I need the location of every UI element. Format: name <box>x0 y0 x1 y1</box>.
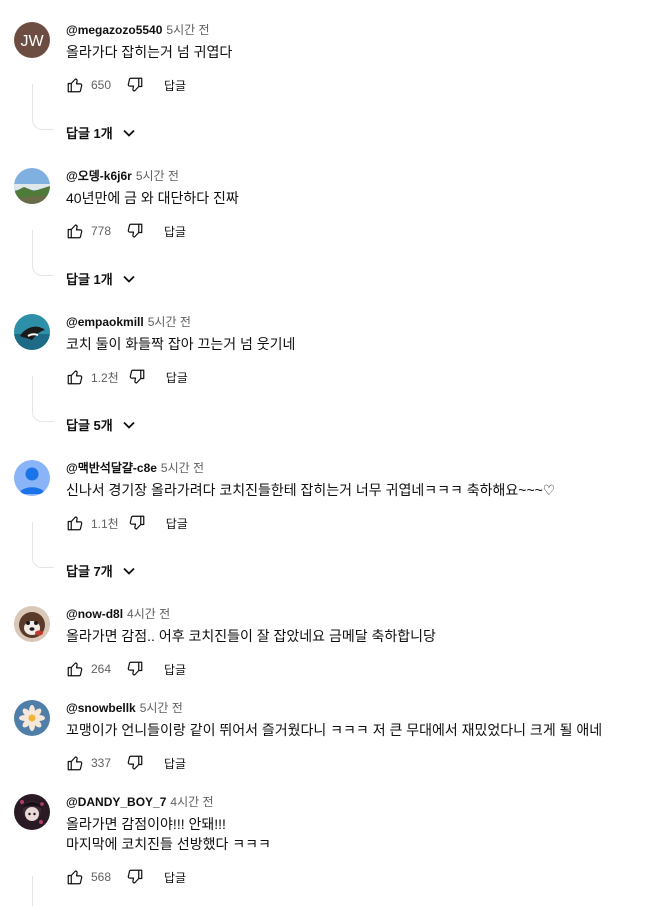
avatar-initials: JW <box>20 33 44 50</box>
thread-connector <box>32 376 54 422</box>
thumbs-down-icon[interactable] <box>128 514 146 532</box>
thumbs-down-icon[interactable] <box>126 76 144 94</box>
thumbs-up-icon[interactable] <box>66 754 84 772</box>
chevron-down-icon <box>123 275 135 283</box>
view-replies-button[interactable]: 답글 1개 <box>66 123 137 142</box>
comment-actions: 778 답글 <box>66 219 186 243</box>
thread-connector <box>32 84 54 130</box>
timestamp[interactable]: 5시간 전 <box>161 461 204 475</box>
thread-connector <box>32 876 54 906</box>
comment-header: @now-d8l 4시간 전 <box>66 606 170 622</box>
chevron-down-icon <box>123 421 135 429</box>
comment-header: @empaokmill 5시간 전 <box>66 314 191 330</box>
comment-text: 신나서 경기장 올라가려다 코치진들한테 잡히는거 너무 귀엽네ㅋㅋㅋ 축하해요… <box>66 482 556 498</box>
like-count: 337 <box>91 756 112 770</box>
comment-header: @맥반석달걀-c8e 5시간 전 <box>66 460 204 476</box>
comment-text: 꼬맹이가 언니들이랑 같이 뛰어서 즐거웠다니 ㅋㅋㅋ 저 큰 무대에서 재밌었… <box>66 722 603 738</box>
reply-button[interactable]: 답글 <box>166 515 188 532</box>
comment-text-line: 올라가면 감점이야!!! 안돼!!! <box>66 816 226 832</box>
thumbs-up-icon[interactable] <box>66 368 84 386</box>
like-count: 650 <box>91 78 112 92</box>
thumbs-up-icon[interactable] <box>66 76 84 94</box>
comment-text: 올라가면 감점이야!!! 안돼!!! 마지막에 코치진들 선방했다 ㅋㅋㅋ <box>66 814 271 854</box>
comment-actions: 568 답글 <box>66 865 186 889</box>
author-name[interactable]: @DANDY_BOY_7 <box>66 795 166 809</box>
author-name[interactable]: @snowbellk <box>66 701 136 715</box>
chevron-down-icon <box>123 129 135 137</box>
view-replies-button[interactable]: 답글 1개 <box>66 269 137 288</box>
thumbs-down-icon[interactable] <box>126 660 144 678</box>
reply-button[interactable]: 답글 <box>166 369 188 386</box>
timestamp[interactable]: 5시간 전 <box>148 315 191 329</box>
timestamp[interactable]: 5시간 전 <box>140 701 183 715</box>
comment-actions: 1.2천 답글 <box>66 365 188 389</box>
replies-count-label: 답글 7개 <box>66 564 113 579</box>
thumbs-down-icon[interactable] <box>126 754 144 772</box>
thread-connector <box>32 522 54 568</box>
replies-count-label: 답글 1개 <box>66 126 113 141</box>
avatar[interactable] <box>14 314 50 350</box>
comment-text: 올라가면 감점.. 어후 코치진들이 잘 잡았네요 금메달 축하합니당 <box>66 628 436 644</box>
avatar[interactable] <box>14 606 50 642</box>
author-name[interactable]: @오뎅-k6j6r <box>66 169 132 183</box>
timestamp[interactable]: 4시간 전 <box>170 795 213 809</box>
reply-button[interactable]: 답글 <box>164 755 186 772</box>
thumbs-up-icon[interactable] <box>66 514 84 532</box>
comment-actions: 650 답글 <box>66 73 186 97</box>
thumbs-down-icon[interactable] <box>126 868 144 886</box>
replies-count-label: 답글 1개 <box>66 272 113 287</box>
reply-button[interactable]: 답글 <box>164 223 186 240</box>
comment-header: @snowbellk 5시간 전 <box>66 700 183 716</box>
avatar[interactable] <box>14 700 50 736</box>
comment-text: 코치 둘이 화들짝 잡아 끄는거 넘 웃기네 <box>66 336 296 352</box>
timestamp[interactable]: 5시간 전 <box>166 23 209 37</box>
author-name[interactable]: @megazozo5540 <box>66 23 162 37</box>
comment-actions: 1.1천 답글 <box>66 511 188 535</box>
view-replies-button[interactable]: 답글 7개 <box>66 561 137 580</box>
replies-count-label: 답글 5개 <box>66 418 113 433</box>
avatar[interactable] <box>14 460 50 496</box>
comment-text-line: 마지막에 코치진들 선방했다 ㅋㅋㅋ <box>66 836 271 852</box>
avatar[interactable] <box>14 794 50 830</box>
comment-actions: 264 답글 <box>66 657 186 681</box>
comment-header: @DANDY_BOY_7 4시간 전 <box>66 794 214 810</box>
timestamp[interactable]: 4시간 전 <box>127 607 170 621</box>
author-name[interactable]: @empaokmill <box>66 315 144 329</box>
author-name[interactable]: @맥반석달걀-c8e <box>66 461 157 475</box>
avatar[interactable]: JW <box>14 22 50 58</box>
comment-header: @megazozo5540 5시간 전 <box>66 22 210 38</box>
thread-connector <box>32 230 54 276</box>
avatar[interactable] <box>14 168 50 204</box>
comment-text: 40년만에 금 와 대단하다 진짜 <box>66 190 239 206</box>
reply-button[interactable]: 답글 <box>164 77 186 94</box>
thumbs-up-icon[interactable] <box>66 222 84 240</box>
like-count: 1.1천 <box>91 516 119 531</box>
like-count: 264 <box>91 662 112 676</box>
chevron-down-icon <box>123 567 135 575</box>
comment-header: @오뎅-k6j6r 5시간 전 <box>66 168 179 184</box>
comment-actions: 337 답글 <box>66 751 186 775</box>
author-name[interactable]: @now-d8l <box>66 607 123 621</box>
comment-text: 올라가다 잡히는거 넘 귀엽다 <box>66 44 233 60</box>
like-count: 568 <box>91 870 112 884</box>
view-replies-button[interactable]: 답글 5개 <box>66 415 137 434</box>
reply-button[interactable]: 답글 <box>164 661 186 678</box>
timestamp[interactable]: 5시간 전 <box>136 169 179 183</box>
thumbs-down-icon[interactable] <box>128 368 146 386</box>
reply-button[interactable]: 답글 <box>164 869 186 886</box>
thumbs-down-icon[interactable] <box>126 222 144 240</box>
like-count: 778 <box>91 224 112 238</box>
like-count: 1.2천 <box>91 370 119 385</box>
thumbs-up-icon[interactable] <box>66 868 84 886</box>
thumbs-up-icon[interactable] <box>66 660 84 678</box>
